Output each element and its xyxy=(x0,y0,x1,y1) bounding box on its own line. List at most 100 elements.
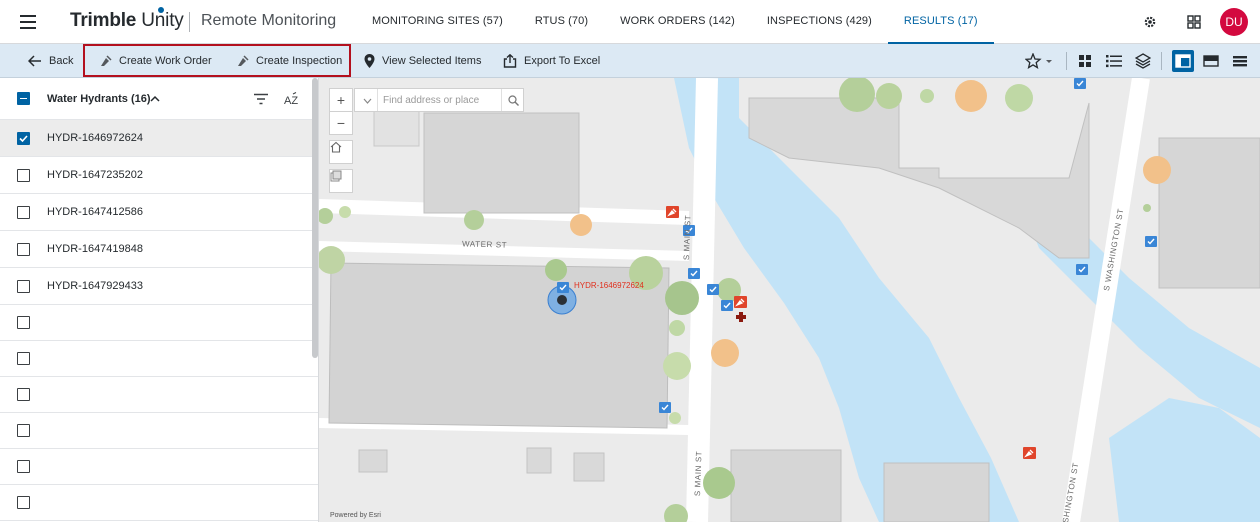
row-label: HYDR-1646972624 xyxy=(47,132,144,144)
back-button[interactable]: Back xyxy=(28,44,73,77)
row-label: HYDR-1647235202 xyxy=(47,169,144,181)
chevron-up-icon[interactable] xyxy=(150,95,160,102)
view-selected-items-button[interactable]: View Selected Items xyxy=(364,44,481,77)
building xyxy=(373,105,420,147)
layers-icon[interactable] xyxy=(1134,52,1152,70)
inspection-marker-icon[interactable] xyxy=(1076,264,1088,278)
row-checkbox[interactable] xyxy=(17,168,30,182)
building xyxy=(883,462,990,522)
inspection-marker-icon[interactable] xyxy=(659,402,671,416)
selected-hydrant-marker xyxy=(557,295,567,305)
group-header: Water Hydrants (16) AZ xyxy=(0,78,318,120)
home-button[interactable] xyxy=(329,140,353,164)
work-order-marker-icon[interactable] xyxy=(666,206,679,220)
list-item[interactable]: HYDR-1647929433 xyxy=(0,268,318,305)
app-grid-icon[interactable] xyxy=(1186,14,1202,30)
select-all-checkbox[interactable] xyxy=(17,92,30,105)
export-to-excel-button[interactable]: Export To Excel xyxy=(503,44,600,77)
inspection-marker-icon[interactable] xyxy=(557,282,569,296)
basemap-icon xyxy=(330,170,342,182)
list-view-icon[interactable] xyxy=(1105,52,1123,70)
hydrant-marker-icon[interactable] xyxy=(736,312,746,322)
brand-light: Unity xyxy=(141,10,184,31)
create-inspection-label: Create Inspection xyxy=(256,54,343,67)
favorites-dropdown[interactable] xyxy=(1024,52,1056,70)
basemap xyxy=(319,78,1260,522)
list-item[interactable] xyxy=(0,485,318,521)
list-item[interactable] xyxy=(0,413,318,449)
grid-view-icon[interactable] xyxy=(1076,52,1094,70)
split-layout-icon[interactable] xyxy=(1172,50,1194,72)
search-divider xyxy=(377,89,378,111)
row-checkbox[interactable] xyxy=(17,496,30,509)
list-item[interactable]: HYDR-1647412586 xyxy=(0,194,318,231)
logo-dot-icon xyxy=(158,7,164,13)
selected-hydrant-label: HYDR-1646972624 xyxy=(574,281,644,290)
row-checkbox[interactable] xyxy=(17,424,30,437)
row-checkbox[interactable] xyxy=(17,279,30,293)
tab-work-orders[interactable]: WORK ORDERS (142) xyxy=(604,0,751,44)
list-item[interactable] xyxy=(0,341,318,377)
map-attribution: Powered by Esri xyxy=(330,512,381,519)
full-table-layout-icon[interactable] xyxy=(1231,52,1249,70)
tab-results[interactable]: RESULTS (17) xyxy=(887,0,994,44)
street-label-s-main-st-2: S MAIN ST xyxy=(693,450,704,497)
street-label-s-main-st: S MAIN ST xyxy=(682,214,693,261)
create-work-order-button[interactable]: Create Work Order xyxy=(100,44,212,77)
list-item[interactable] xyxy=(0,449,318,485)
home-icon xyxy=(330,141,342,153)
inspection-marker-icon[interactable] xyxy=(721,300,733,314)
zoom-out-button[interactable]: − xyxy=(329,111,353,135)
menu-icon[interactable] xyxy=(20,15,36,29)
filter-icon[interactable] xyxy=(254,93,268,105)
map-view[interactable]: WATER ST S MAIN ST S MAIN ST S WASHINGTO… xyxy=(319,78,1260,522)
building xyxy=(358,449,388,473)
action-toolbar: Back Create Work Order Create Inspection… xyxy=(0,44,1260,78)
basemap-gallery-button[interactable] xyxy=(329,169,353,193)
tab-inspections[interactable]: INSPECTIONS (429) xyxy=(751,0,888,44)
results-list-panel: Water Hydrants (16) AZ HYDR-1646972624 H… xyxy=(0,78,319,522)
row-checkbox[interactable] xyxy=(17,242,30,256)
inspection-marker-icon[interactable] xyxy=(688,268,700,282)
create-inspection-button[interactable]: Create Inspection xyxy=(237,44,342,77)
create-work-order-label: Create Work Order xyxy=(119,54,212,67)
inspection-marker-icon[interactable] xyxy=(1074,78,1086,92)
work-order-marker-icon[interactable] xyxy=(734,296,747,310)
row-checkbox[interactable] xyxy=(17,460,30,473)
work-order-icon xyxy=(101,54,112,66)
map-pin-icon xyxy=(364,53,375,68)
table-layout-icon[interactable] xyxy=(1202,52,1220,70)
export-icon xyxy=(503,53,517,68)
tab-rtus[interactable]: RTUS (70) xyxy=(519,0,604,44)
search-icon[interactable] xyxy=(508,95,519,106)
row-checkbox[interactable] xyxy=(17,388,30,401)
row-checkbox[interactable] xyxy=(17,352,30,365)
inspection-marker-icon[interactable] xyxy=(707,284,719,298)
tab-monitoring-sites[interactable]: MONITORING SITES (57) xyxy=(356,0,519,44)
zoom-in-button[interactable]: + xyxy=(329,88,353,112)
user-avatar[interactable]: DU xyxy=(1220,8,1248,36)
group-label: Water Hydrants (16) xyxy=(47,92,151,105)
row-checkbox[interactable] xyxy=(17,131,30,145)
map-search-input[interactable] xyxy=(383,94,503,106)
map-search-box xyxy=(354,88,524,112)
row-checkbox[interactable] xyxy=(17,205,30,219)
row-label: HYDR-1647419848 xyxy=(47,243,144,255)
list-item[interactable]: HYDR-1647235202 xyxy=(0,157,318,194)
building xyxy=(730,449,842,522)
sort-az-icon[interactable]: AZ xyxy=(284,92,300,106)
list-item[interactable] xyxy=(0,377,318,413)
trimble-unity-logo[interactable]: Trimble Unity xyxy=(70,7,184,32)
list-item[interactable]: HYDR-1646972624 xyxy=(0,120,318,157)
settings-gear-icon[interactable] xyxy=(1142,14,1158,30)
list-item[interactable]: HYDR-1647419848 xyxy=(0,231,318,268)
header-divider xyxy=(189,12,190,32)
building xyxy=(526,447,552,474)
search-dropdown-icon[interactable] xyxy=(363,98,372,104)
work-order-marker-icon[interactable] xyxy=(1023,447,1036,461)
inspection-marker-icon[interactable] xyxy=(1145,236,1157,250)
row-checkbox[interactable] xyxy=(17,316,30,329)
svg-text:AZ: AZ xyxy=(284,95,298,106)
list-item[interactable] xyxy=(0,305,318,341)
list-scrollbar[interactable] xyxy=(312,78,318,358)
